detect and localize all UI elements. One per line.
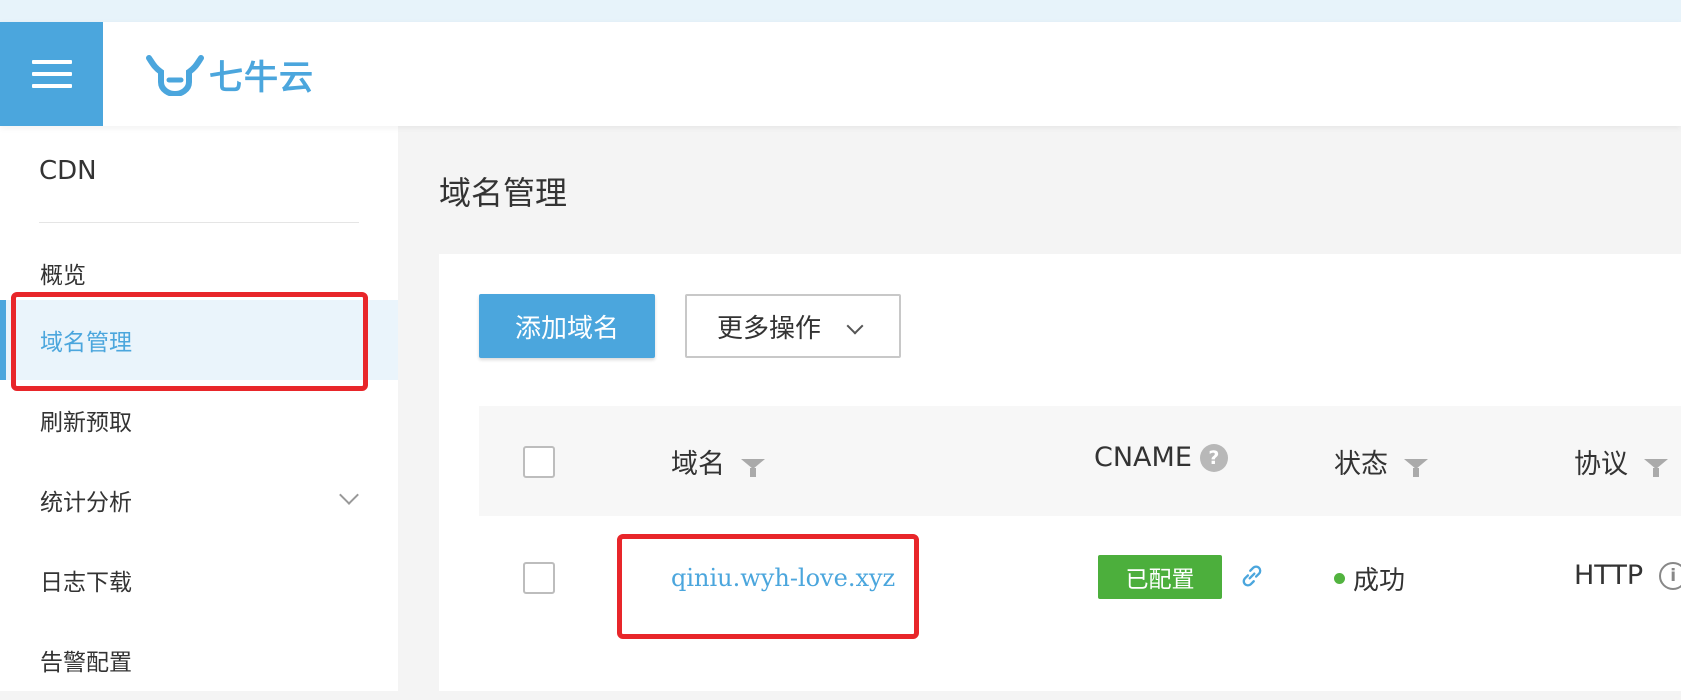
protocol-cell: HTTP i [1574, 560, 1681, 591]
status-dot [1334, 573, 1345, 584]
logo[interactable]: 七牛云 [145, 50, 314, 98]
bull-logo-icon [146, 55, 204, 96]
filter-icon[interactable] [1404, 458, 1428, 477]
column-header-protocol: 协议 [1574, 442, 1668, 481]
status-text: 成功 [1353, 566, 1406, 596]
column-header-domain: 域名 [671, 442, 765, 481]
sidebar: CDN 概览 域名管理 刷新预取 统计分析 日志下载 告警配置 [0, 126, 398, 691]
sidebar-item-label: 刷新预取 [40, 410, 132, 436]
domain-link[interactable]: qiniu.wyh-love.xyz [671, 564, 895, 592]
sidebar-item-refresh-prefetch[interactable]: 刷新预取 [0, 380, 398, 460]
row-checkbox[interactable] [523, 562, 555, 594]
sidebar-item-alert-config[interactable]: 告警配置 [0, 620, 398, 700]
sidebar-title: CDN [39, 156, 97, 186]
sidebar-item-label: 域名管理 [40, 330, 132, 356]
table-header: 域名 CNAME ? 状态 协议 [479, 406, 1681, 516]
top-header: 七牛云 [0, 22, 1681, 126]
add-domain-button[interactable]: 添加域名 [479, 294, 655, 358]
sidebar-item-label: 告警配置 [40, 650, 132, 676]
column-header-cname: CNAME ? [1094, 442, 1228, 473]
sidebar-item-label: 概览 [40, 263, 86, 289]
chevron-down-icon [846, 317, 864, 335]
sidebar-item-label: 日志下载 [40, 570, 132, 596]
select-all-checkbox[interactable] [523, 446, 555, 478]
info-icon[interactable]: i [1659, 561, 1681, 590]
sidebar-item-log-download[interactable]: 日志下载 [0, 540, 398, 620]
table-row: qiniu.wyh-love.xyz 已配置 成功 HTTP i [479, 516, 1681, 646]
status-cell: 成功 [1334, 560, 1405, 597]
logo-text: 七牛云 [209, 57, 314, 98]
column-header-status: 状态 [1334, 442, 1428, 481]
top-strip [0, 0, 1681, 22]
filter-icon[interactable] [1644, 458, 1668, 477]
link-icon[interactable] [1238, 562, 1266, 590]
sidebar-item-label: 统计分析 [40, 490, 132, 516]
more-actions-dropdown[interactable]: 更多操作 [685, 294, 901, 358]
filter-icon[interactable] [741, 458, 765, 477]
sidebar-item-statistics[interactable]: 统计分析 [0, 460, 398, 540]
help-icon[interactable]: ? [1199, 443, 1228, 472]
page-title: 域名管理 [439, 174, 568, 212]
hamburger-menu-icon[interactable] [0, 22, 103, 126]
cname-configured-badge: 已配置 [1098, 555, 1222, 599]
sidebar-item-domain-management[interactable]: 域名管理 [0, 300, 398, 380]
protocol-text: HTTP [1574, 560, 1644, 591]
chevron-down-icon [339, 485, 359, 505]
sidebar-divider [39, 222, 359, 223]
main-panel: 添加域名 更多操作 域名 CNAME ? 状态 协议 qiniu.wyh-lov… [439, 254, 1681, 691]
more-actions-label: 更多操作 [717, 313, 822, 344]
